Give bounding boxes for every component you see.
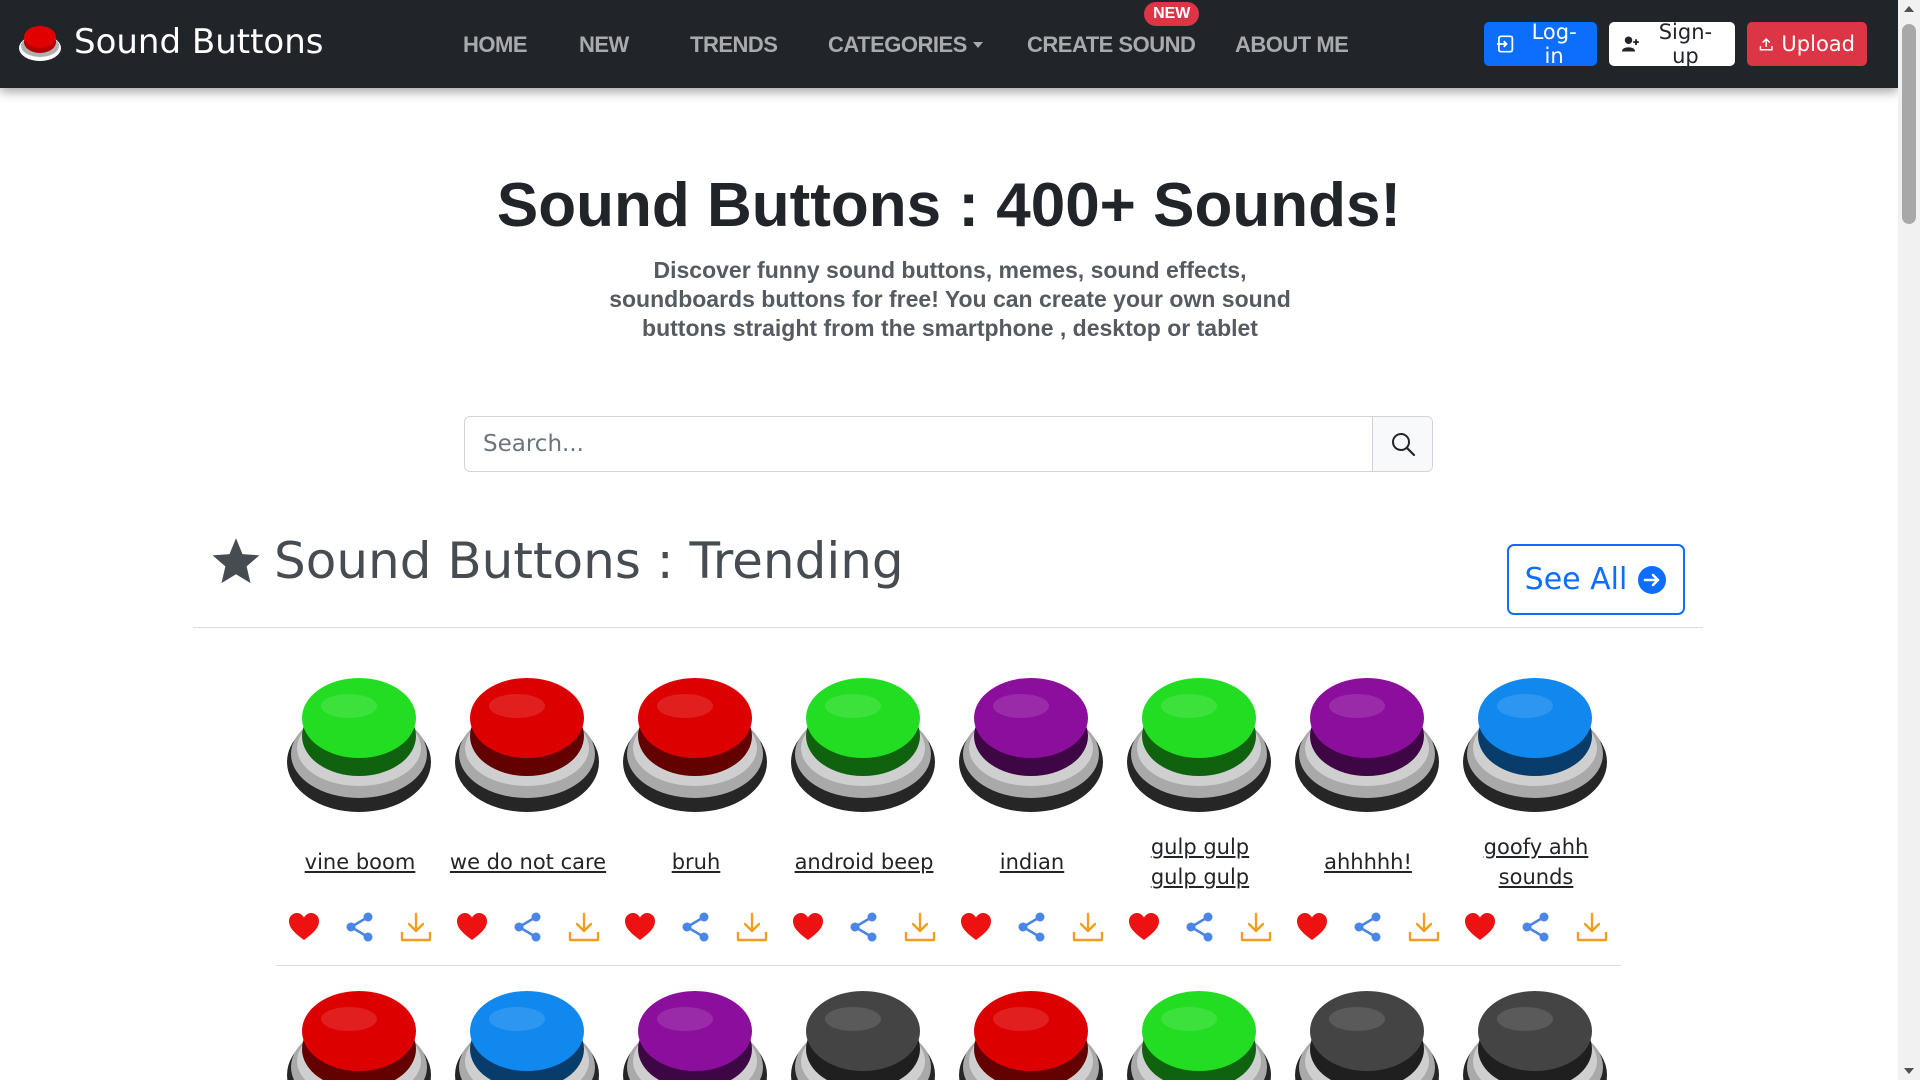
- sound-actions: [444, 910, 612, 946]
- sound-name-link[interactable]: gulp gulp gulp gulp: [1125, 832, 1275, 892]
- page-subtitle: Discover funny sound buttons, memes, sou…: [609, 257, 1291, 341]
- download-icon[interactable]: [735, 910, 769, 944]
- section-title-text: Sound Buttons : Trending: [274, 532, 904, 590]
- upload-button[interactable]: Upload: [1747, 22, 1867, 66]
- share-icon[interactable]: [511, 910, 545, 944]
- sound-button[interactable]: [451, 674, 603, 814]
- signup-button[interactable]: Sign-up: [1609, 20, 1735, 68]
- heart-icon[interactable]: [287, 910, 321, 944]
- add-user-icon: [1621, 36, 1639, 52]
- sound-button[interactable]: [1459, 987, 1611, 1080]
- search-button[interactable]: [1372, 417, 1432, 471]
- download-icon[interactable]: [903, 910, 937, 944]
- heart-icon[interactable]: [455, 910, 489, 944]
- upload-label: Upload: [1781, 32, 1855, 56]
- caret-down-icon: [972, 42, 983, 48]
- sound-actions: [1452, 910, 1620, 946]
- sound-button[interactable]: [619, 674, 771, 814]
- scroll-up-icon[interactable]: [1904, 6, 1914, 12]
- sound-button[interactable]: [955, 987, 1107, 1080]
- sound-name-link[interactable]: we do not care: [444, 847, 612, 877]
- login-button[interactable]: Log-in: [1484, 20, 1597, 68]
- nav-trends[interactable]: TRENDS: [690, 32, 778, 58]
- sound-button[interactable]: [1123, 987, 1275, 1080]
- share-icon[interactable]: [847, 910, 881, 944]
- see-all-label: See All: [1524, 562, 1628, 597]
- upload-icon: [1759, 37, 1773, 51]
- sound-name-link[interactable]: vine boom: [276, 847, 444, 877]
- nav-home[interactable]: HOME: [463, 32, 528, 58]
- nav-create-sound-label: CREATE SOUND: [1027, 32, 1196, 57]
- sound-actions: [1116, 910, 1284, 946]
- new-badge: NEW: [1144, 2, 1200, 26]
- page-title: Sound Buttons : 400+ Sounds!: [496, 171, 1402, 240]
- sound-actions: [780, 910, 948, 946]
- heart-icon[interactable]: [1463, 910, 1497, 944]
- nav-about-me[interactable]: ABOUT ME: [1235, 32, 1349, 58]
- share-icon[interactable]: [343, 910, 377, 944]
- signup-label: Sign-up: [1658, 20, 1713, 68]
- sound-actions: [948, 910, 1116, 946]
- download-icon[interactable]: [1071, 910, 1105, 944]
- sound-button[interactable]: [1291, 987, 1443, 1080]
- heart-icon[interactable]: [1295, 910, 1329, 944]
- download-icon[interactable]: [1239, 910, 1273, 944]
- section-divider: [193, 627, 1703, 628]
- share-icon[interactable]: [679, 910, 713, 944]
- heart-icon[interactable]: [623, 910, 657, 944]
- search-icon: [1391, 433, 1415, 457]
- search-input[interactable]: [465, 417, 1372, 471]
- star-icon: [212, 538, 260, 584]
- sound-name-link[interactable]: ahhhhh!: [1284, 847, 1452, 877]
- scrollbar[interactable]: [1898, 0, 1920, 1080]
- section-heading: Sound Buttons : Trending: [210, 532, 904, 590]
- nav-categories[interactable]: CATEGORIES: [828, 32, 983, 58]
- scrollbar-thumb[interactable]: [1902, 24, 1916, 224]
- see-all-button[interactable]: See All: [1507, 544, 1685, 615]
- download-icon[interactable]: [567, 910, 601, 944]
- heart-icon[interactable]: [959, 910, 993, 944]
- sound-button[interactable]: [1459, 674, 1611, 814]
- share-icon[interactable]: [1519, 910, 1553, 944]
- nav-new[interactable]: NEW: [579, 32, 629, 58]
- nav-create-sound[interactable]: CREATE SOUND NEW: [1027, 2, 1200, 58]
- sound-button[interactable]: [1291, 674, 1443, 814]
- sound-actions: [612, 910, 780, 946]
- sound-button[interactable]: [787, 674, 939, 814]
- red-button-logo-icon: [19, 26, 61, 61]
- download-icon[interactable]: [1575, 910, 1609, 944]
- nav-categories-label: CATEGORIES: [828, 32, 967, 57]
- scroll-down-icon[interactable]: [1904, 1068, 1914, 1074]
- sound-button[interactable]: [283, 674, 435, 814]
- sound-actions: [276, 910, 444, 946]
- brand-link[interactable]: Sound Buttons: [18, 20, 323, 64]
- sound-actions: [1284, 910, 1452, 946]
- download-icon[interactable]: [1407, 910, 1441, 944]
- sound-button[interactable]: [451, 987, 603, 1080]
- sound-name-link[interactable]: indian: [948, 847, 1116, 877]
- share-icon[interactable]: [1015, 910, 1049, 944]
- row-divider: [276, 965, 1621, 966]
- search-bar: [464, 416, 1433, 472]
- sound-button[interactable]: [619, 987, 771, 1080]
- sound-button[interactable]: [955, 674, 1107, 814]
- download-icon[interactable]: [399, 910, 433, 944]
- sound-name-link[interactable]: goofy ahh sounds: [1461, 832, 1611, 892]
- brand-text: Sound Buttons: [74, 22, 324, 62]
- share-icon[interactable]: [1183, 910, 1217, 944]
- sound-button[interactable]: [787, 987, 939, 1080]
- navbar: Sound Buttons HOME NEW TRENDS CATEGORIES…: [0, 0, 1898, 88]
- sound-button[interactable]: [283, 987, 435, 1080]
- sound-button[interactable]: [1123, 674, 1275, 814]
- share-icon[interactable]: [1351, 910, 1385, 944]
- heart-icon[interactable]: [791, 910, 825, 944]
- sound-name-link[interactable]: bruh: [612, 847, 780, 877]
- login-icon: [1496, 35, 1514, 53]
- sound-name-link[interactable]: android beep: [780, 847, 948, 877]
- login-label: Log-in: [1531, 20, 1577, 68]
- heart-icon[interactable]: [1127, 910, 1161, 944]
- arrow-right-circle-icon: [1638, 565, 1667, 594]
